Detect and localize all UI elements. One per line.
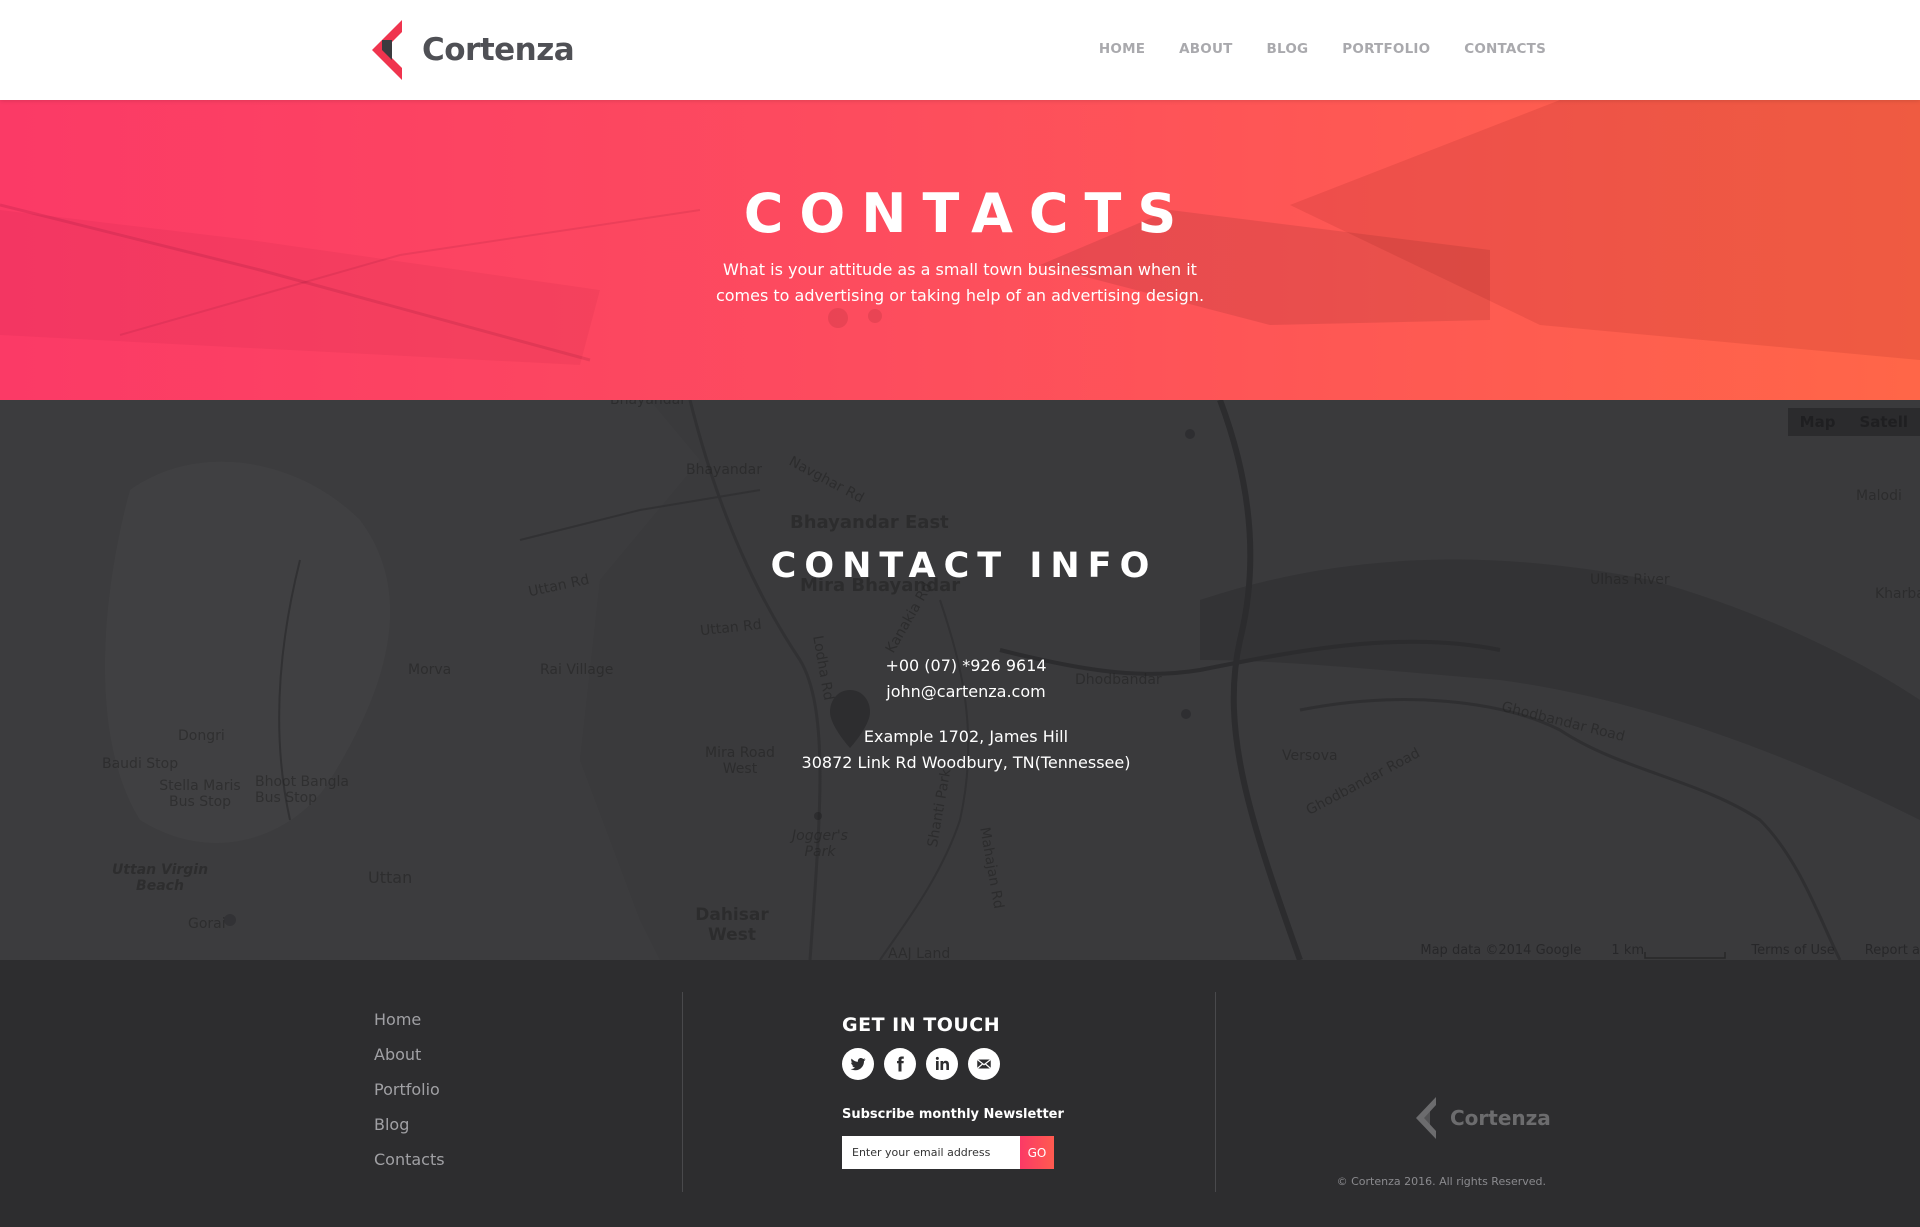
map-background bbox=[0, 400, 1920, 960]
footer-divider bbox=[682, 992, 683, 1192]
map-section[interactable]: Bhayandar Bhayandar Navghar Rd Bhayandar… bbox=[0, 400, 1920, 960]
footer-logo-icon bbox=[1416, 1097, 1436, 1139]
brand-logo[interactable]: Cortenza bbox=[372, 20, 575, 80]
footer-logo[interactable]: Cortenza bbox=[1416, 1097, 1551, 1139]
footer-link-blog[interactable]: Blog bbox=[374, 1115, 445, 1134]
nav-about[interactable]: ABOUT bbox=[1179, 41, 1232, 57]
map-label: Kharba bbox=[1875, 586, 1920, 602]
newsletter-submit-button[interactable]: GO bbox=[1020, 1136, 1054, 1169]
brand-logo-icon bbox=[372, 20, 402, 80]
footer-brand-name: Cortenza bbox=[1450, 1106, 1551, 1130]
site-footer: Home About Portfolio Blog Contacts GET I… bbox=[0, 960, 1920, 1227]
map-report-link[interactable]: Report a bbox=[1865, 943, 1920, 958]
newsletter-email-input[interactable] bbox=[842, 1136, 1020, 1169]
page-subtitle-line2: comes to advertising or taking help of a… bbox=[715, 286, 1205, 305]
map-label: Uttan bbox=[368, 868, 413, 887]
map-label: AAJ Land bbox=[888, 946, 951, 960]
social-links bbox=[842, 1048, 1000, 1080]
map-label: Uttan Virgin Beach bbox=[111, 862, 209, 894]
site-header: Cortenza HOME ABOUT BLOG PORTFOLIO CONTA… bbox=[0, 0, 1920, 100]
contact-address-line1: Example 1702, James Hill bbox=[863, 727, 1069, 746]
newsletter-label: Subscribe monthly Newsletter bbox=[842, 1107, 1064, 1122]
hero-background-decoration bbox=[0, 100, 1920, 365]
contact-email[interactable]: john@cartenza.com bbox=[0, 682, 1920, 701]
map-data-credit: Map data ©2014 Google bbox=[1420, 943, 1582, 958]
map-scale: 1 km bbox=[1611, 943, 1645, 958]
map-terms-link[interactable]: Terms of Use bbox=[1751, 943, 1834, 958]
nav-blog[interactable]: BLOG bbox=[1267, 41, 1309, 57]
map-label: Stella Maris Bus Stop bbox=[159, 778, 241, 810]
map-label: Gorai bbox=[188, 916, 226, 932]
map-label: Bhayandar bbox=[610, 400, 687, 408]
linkedin-icon[interactable] bbox=[926, 1048, 958, 1080]
map-label: Bhayandar East bbox=[790, 512, 949, 533]
footer-link-about[interactable]: About bbox=[374, 1045, 445, 1064]
contact-phone[interactable]: +00 (07) *926 9614 bbox=[0, 656, 1920, 675]
contact-info-title: CONTACT INFO bbox=[770, 546, 1158, 586]
page-subtitle-line1: What is your attitude as a small town bu… bbox=[723, 260, 1197, 279]
mail-icon[interactable] bbox=[968, 1048, 1000, 1080]
newsletter-form: GO bbox=[842, 1136, 1054, 1169]
map-label: Bhoot Bangla Bus Stop bbox=[255, 774, 349, 806]
map-label: Dahisar West bbox=[695, 905, 769, 945]
facebook-icon[interactable] bbox=[884, 1048, 916, 1080]
map-label: Jogger's Park bbox=[792, 828, 848, 860]
nav-portfolio[interactable]: PORTFOLIO bbox=[1342, 41, 1430, 57]
hero-banner: CONTACTS What is your attitude as a smal… bbox=[0, 100, 1920, 400]
page-title: CONTACTS bbox=[743, 182, 1193, 245]
map-type-map-button[interactable]: Map bbox=[1788, 408, 1848, 436]
footer-link-home[interactable]: Home bbox=[374, 1010, 445, 1029]
main-nav: HOME ABOUT BLOG PORTFOLIO CONTACTS bbox=[1099, 41, 1546, 57]
map-attribution: Map data ©2014 Google 1 km Terms of Use … bbox=[1420, 943, 1920, 958]
brand-name: Cortenza bbox=[422, 32, 575, 68]
copyright-text: © Cortenza 2016. All rights Reserved. bbox=[1336, 1175, 1546, 1188]
map-label: Malodi bbox=[1856, 488, 1902, 504]
map-type-control: Map Satell bbox=[1787, 408, 1920, 436]
nav-home[interactable]: HOME bbox=[1099, 41, 1145, 57]
footer-links: Home About Portfolio Blog Contacts bbox=[374, 1010, 445, 1185]
contact-address-line2: 30872 Link Rd Woodbury, TN(Tennessee) bbox=[801, 753, 1131, 772]
page-subtitle: What is your attitude as a small town bu… bbox=[710, 257, 1210, 309]
map-label: Bhayandar bbox=[686, 462, 763, 478]
get-in-touch-heading: GET IN TOUCH bbox=[842, 1014, 1001, 1036]
footer-link-contacts[interactable]: Contacts bbox=[374, 1150, 445, 1169]
footer-link-portfolio[interactable]: Portfolio bbox=[374, 1080, 445, 1099]
footer-divider bbox=[1215, 992, 1216, 1192]
twitter-icon[interactable] bbox=[842, 1048, 874, 1080]
nav-contacts[interactable]: CONTACTS bbox=[1464, 41, 1546, 57]
map-type-satellite-button[interactable]: Satell bbox=[1847, 408, 1920, 436]
